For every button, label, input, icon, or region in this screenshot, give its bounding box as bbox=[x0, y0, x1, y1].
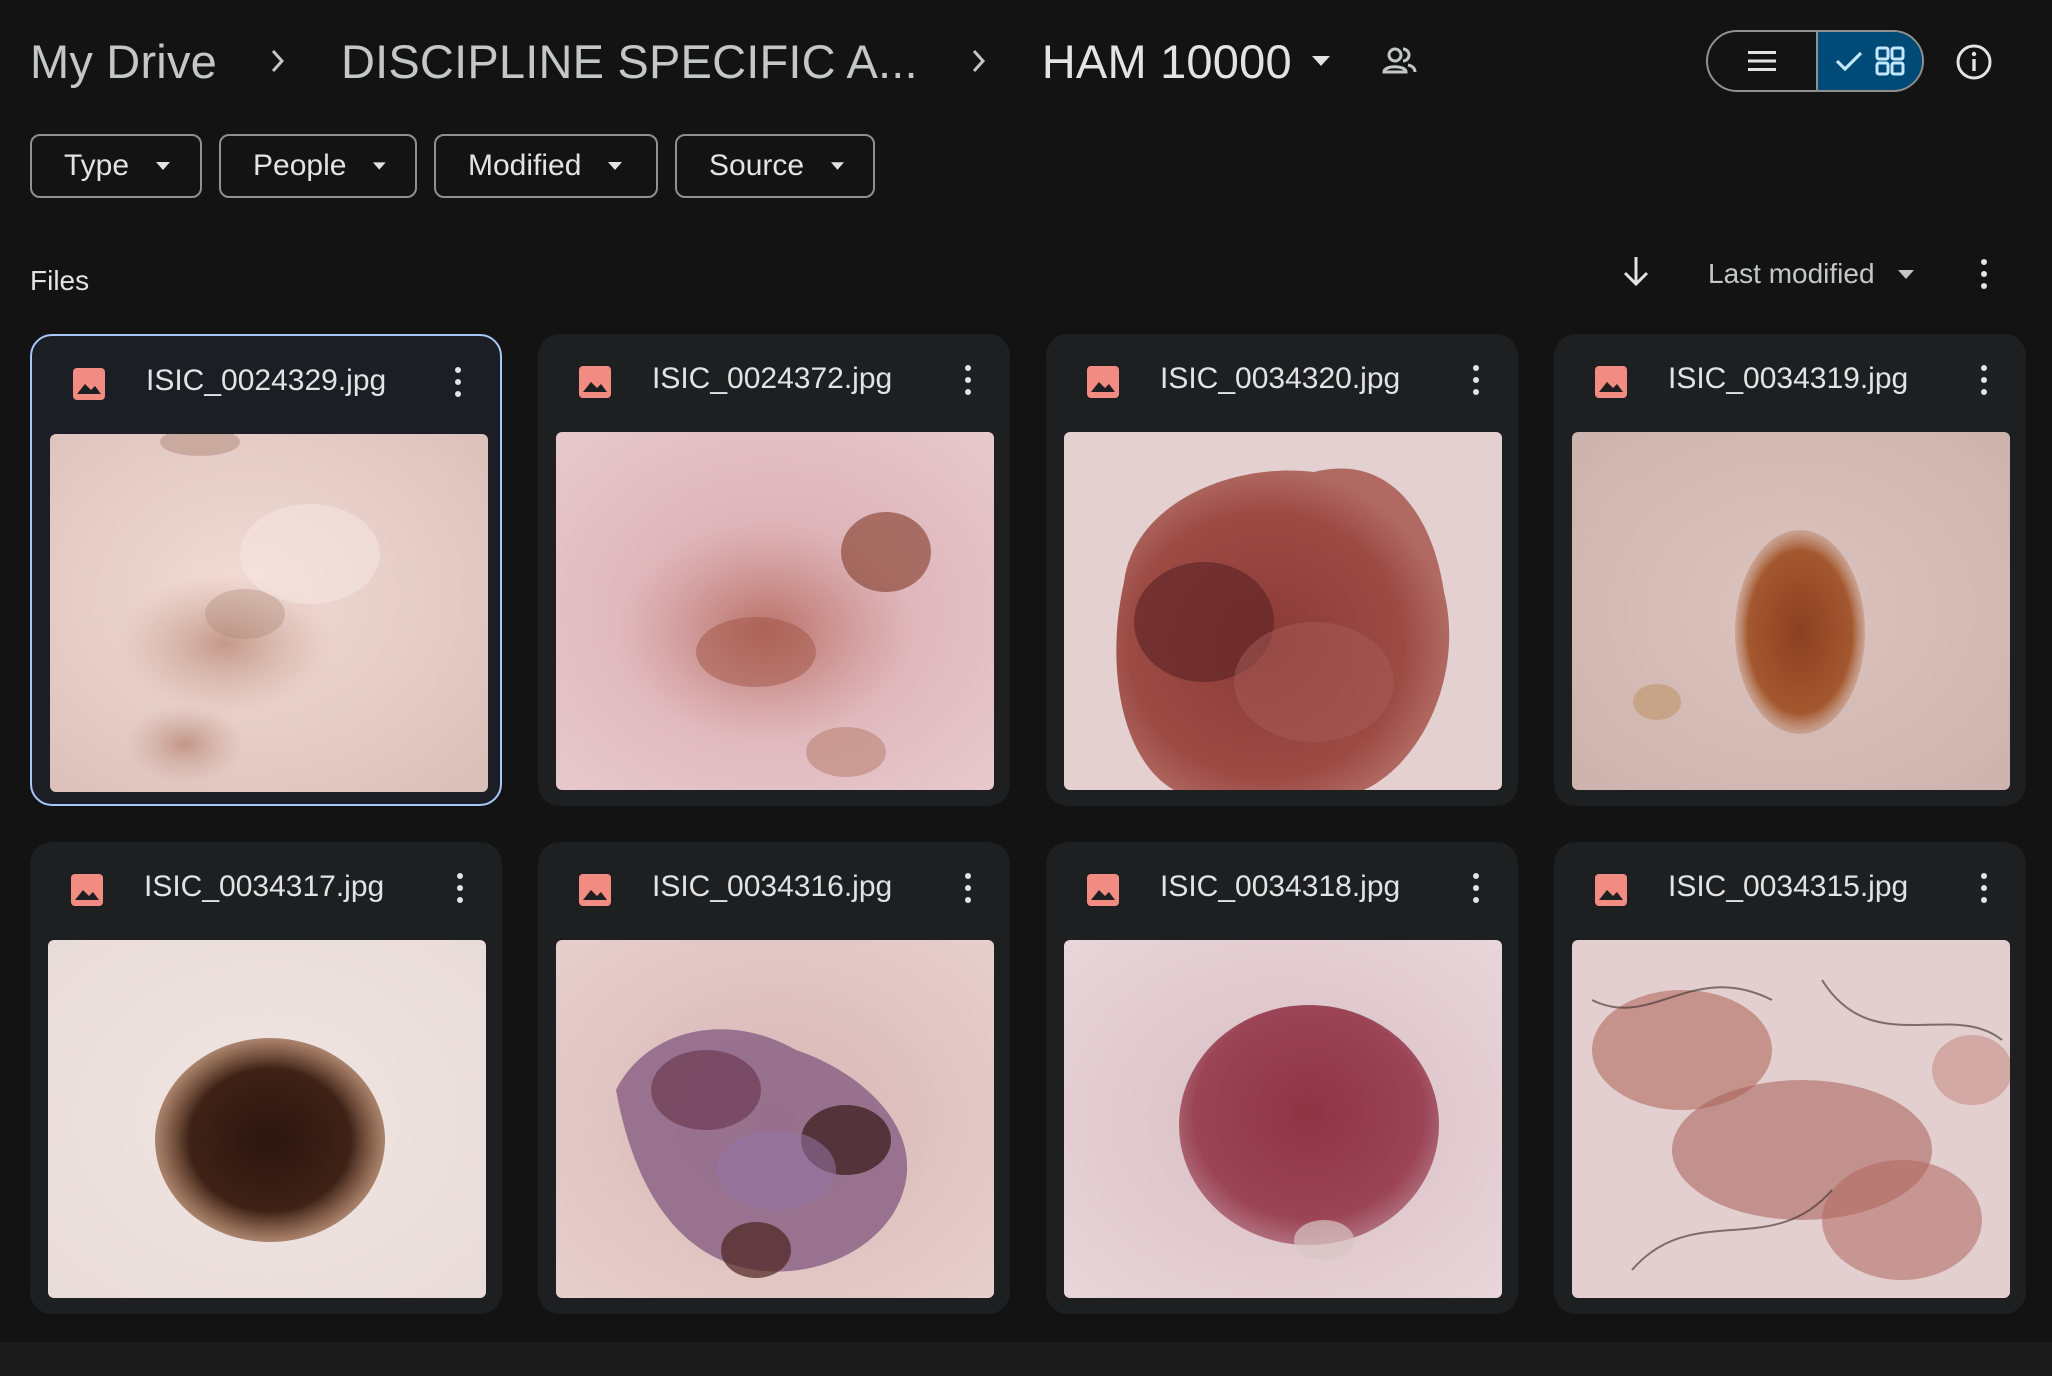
more-options-icon[interactable] bbox=[1972, 362, 1996, 398]
breadcrumb-current-folder[interactable]: HAM 10000 bbox=[1042, 34, 1292, 89]
file-thumbnail bbox=[48, 940, 486, 1298]
file-card[interactable]: ISIC_0034316.jpg bbox=[538, 842, 1010, 1314]
file-card[interactable]: ISIC_0034320.jpg bbox=[1046, 334, 1518, 806]
file-thumbnail bbox=[1064, 940, 1502, 1298]
file-card[interactable]: ISIC_0034319.jpg bbox=[1554, 334, 2026, 806]
filter-people-chip[interactable]: People bbox=[219, 134, 417, 198]
image-file-icon bbox=[73, 368, 105, 400]
image-file-icon bbox=[579, 874, 611, 906]
checkmark-icon bbox=[1835, 51, 1863, 72]
caret-down-icon bbox=[830, 162, 845, 170]
file-card[interactable]: ISIC_0034317.jpg bbox=[30, 842, 502, 1314]
filter-people-label: People bbox=[253, 149, 347, 182]
more-options-icon[interactable] bbox=[1972, 870, 1996, 906]
image-file-icon bbox=[71, 874, 103, 906]
image-file-icon bbox=[1087, 366, 1119, 398]
filter-chips: Type People Modified Source bbox=[30, 134, 875, 198]
grid-view-button[interactable] bbox=[1816, 32, 1922, 90]
info-icon[interactable] bbox=[1955, 43, 1993, 81]
bottom-scroll-area bbox=[0, 1342, 2052, 1376]
image-file-icon bbox=[1595, 874, 1627, 906]
sort-by-label: Last modified bbox=[1708, 258, 1875, 289]
chevron-right-icon bbox=[964, 46, 994, 76]
breadcrumb-parent-folder[interactable]: DISCIPLINE SPECIFIC A... bbox=[341, 34, 918, 89]
more-options-icon[interactable] bbox=[1464, 362, 1488, 398]
file-card-header: ISIC_0024329.jpg bbox=[32, 336, 500, 432]
file-name: ISIC_0034319.jpg bbox=[1668, 362, 1909, 395]
more-options-icon[interactable] bbox=[956, 362, 980, 398]
caret-down-icon bbox=[1897, 269, 1914, 279]
filter-source-chip[interactable]: Source bbox=[675, 134, 875, 198]
list-icon bbox=[1748, 51, 1776, 71]
file-thumbnail bbox=[1572, 432, 2010, 790]
caret-down-icon bbox=[156, 162, 171, 170]
file-card-header: ISIC_0034320.jpg bbox=[1046, 334, 1518, 430]
file-card-header: ISIC_0034317.jpg bbox=[30, 842, 502, 938]
drive-folder-page: My Drive DISCIPLINE SPECIFIC A... HAM 10… bbox=[0, 0, 2052, 1376]
shared-people-icon[interactable] bbox=[1380, 42, 1418, 80]
chevron-right-icon bbox=[263, 46, 293, 76]
more-options-icon[interactable] bbox=[1464, 870, 1488, 906]
file-card-header: ISIC_0034318.jpg bbox=[1046, 842, 1518, 938]
file-thumbnail bbox=[1064, 432, 1502, 790]
file-name: ISIC_0034317.jpg bbox=[144, 870, 385, 903]
file-thumbnail bbox=[1572, 940, 2010, 1298]
file-card[interactable]: ISIC_0024329.jpg bbox=[30, 334, 502, 806]
file-card[interactable]: ISIC_0024372.jpg bbox=[538, 334, 1010, 806]
file-name: ISIC_0034315.jpg bbox=[1668, 870, 1909, 903]
more-options-icon[interactable] bbox=[446, 364, 470, 400]
list-view-button[interactable] bbox=[1708, 32, 1816, 90]
more-options-icon[interactable] bbox=[1972, 256, 1996, 292]
file-thumbnail bbox=[556, 432, 994, 790]
file-name: ISIC_0024372.jpg bbox=[652, 362, 893, 395]
sort-direction-arrow-down-icon[interactable] bbox=[1620, 254, 1652, 288]
file-name: ISIC_0034320.jpg bbox=[1160, 362, 1401, 395]
view-toggle bbox=[1706, 30, 1924, 92]
file-card-header: ISIC_0034319.jpg bbox=[1554, 334, 2026, 430]
caret-down-icon bbox=[373, 162, 387, 170]
file-thumbnail bbox=[50, 434, 488, 792]
more-options-icon[interactable] bbox=[956, 870, 980, 906]
sort-by-dropdown[interactable]: Last modified bbox=[1708, 258, 1915, 290]
file-card[interactable]: ISIC_0034318.jpg bbox=[1046, 842, 1518, 1314]
filter-source-label: Source bbox=[709, 149, 805, 182]
file-name: ISIC_0034316.jpg bbox=[652, 870, 893, 903]
file-card-header: ISIC_0034316.jpg bbox=[538, 842, 1010, 938]
caret-down-icon bbox=[608, 162, 623, 170]
file-card-header: ISIC_0034315.jpg bbox=[1554, 842, 2026, 938]
caret-down-icon[interactable] bbox=[1310, 54, 1332, 68]
file-name: ISIC_0034318.jpg bbox=[1160, 870, 1401, 903]
filter-type-chip[interactable]: Type bbox=[30, 134, 202, 198]
image-file-icon bbox=[1087, 874, 1119, 906]
file-card[interactable]: ISIC_0034315.jpg bbox=[1554, 842, 2026, 1314]
image-file-icon bbox=[579, 366, 611, 398]
file-thumbnail bbox=[556, 940, 994, 1298]
more-options-icon[interactable] bbox=[448, 870, 472, 906]
grid-icon bbox=[1875, 46, 1905, 76]
filter-modified-label: Modified bbox=[468, 149, 582, 182]
filter-type-label: Type bbox=[64, 149, 130, 182]
file-name: ISIC_0024329.jpg bbox=[146, 364, 387, 397]
files-section-title: Files bbox=[30, 265, 90, 296]
file-card-header: ISIC_0024372.jpg bbox=[538, 334, 1010, 430]
filter-modified-chip[interactable]: Modified bbox=[434, 134, 658, 198]
image-file-icon bbox=[1595, 366, 1627, 398]
breadcrumb-my-drive[interactable]: My Drive bbox=[30, 34, 217, 89]
file-grid: ISIC_0024329.jpg ISIC_0024372.jpg ISIC_0… bbox=[30, 334, 2030, 1344]
